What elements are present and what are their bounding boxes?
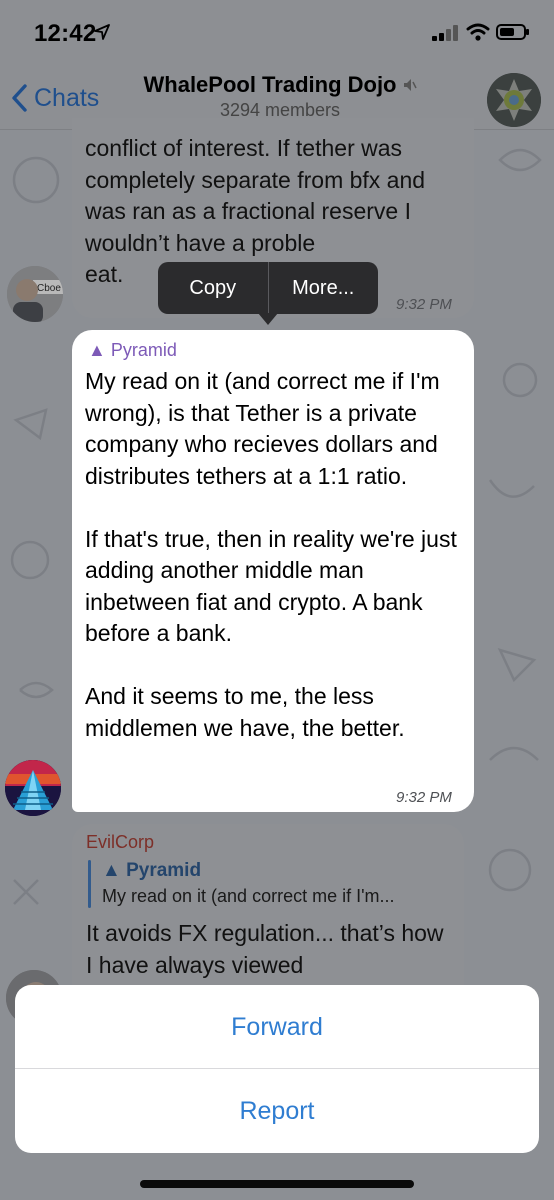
chat-title: WhalePool Trading Dojo	[143, 72, 397, 97]
back-button[interactable]: Chats	[12, 80, 99, 116]
muted-speaker-icon	[403, 79, 417, 91]
message-text: It avoids FX regulation... that’s how I …	[86, 920, 444, 978]
message-text: My read on it (and correct me if I'm wro…	[85, 368, 457, 741]
report-button[interactable]: Report	[15, 1069, 539, 1153]
message-text-tail: eat.	[85, 261, 124, 287]
battery-icon	[496, 24, 529, 40]
group-logo-icon	[487, 73, 541, 127]
status-time: 12:42	[34, 20, 97, 47]
message-sender[interactable]: ▲ Pyramid	[88, 340, 177, 361]
action-sheet: Forward Report	[15, 985, 539, 1153]
context-menu: Copy More...	[158, 262, 378, 314]
user-photo-icon: Cboe	[7, 266, 63, 322]
message-time: 9:32 PM	[396, 789, 452, 806]
chat-header[interactable]: WhalePool Trading Dojo 3294 members	[130, 72, 430, 121]
cellular-signal-icon	[432, 25, 458, 41]
group-avatar[interactable]	[487, 73, 541, 127]
chevron-left-icon	[12, 84, 27, 112]
copy-menu-item[interactable]: Copy	[158, 262, 268, 314]
more-menu-item[interactable]: More...	[269, 262, 379, 314]
home-indicator[interactable]	[140, 1180, 414, 1188]
forward-button[interactable]: Forward	[15, 985, 539, 1069]
message-time: 9:32 PM	[396, 296, 452, 313]
back-label: Chats	[34, 83, 100, 112]
context-menu-pointer	[258, 313, 278, 325]
pyramid-avatar-icon	[5, 760, 61, 816]
reply-preview[interactable]: My read on it (and correct me if I'm...	[102, 886, 395, 907]
reply-sender[interactable]: ▲ Pyramid	[102, 860, 201, 882]
location-arrow-icon	[94, 24, 110, 40]
wifi-icon	[466, 23, 490, 41]
reply-indicator	[88, 860, 91, 908]
avatar[interactable]: Cboe	[7, 266, 63, 322]
avatar[interactable]	[5, 760, 61, 816]
status-bar: 12:42	[0, 0, 554, 66]
message-bubble[interactable]: EvilCorp ▲ Pyramid My read on it (and co…	[72, 824, 464, 1004]
message-sender[interactable]: EvilCorp	[86, 832, 154, 853]
avatar-label: Cboe	[37, 283, 61, 294]
selected-message-bubble[interactable]: ▲ Pyramid My read on it (and correct me …	[72, 330, 474, 812]
